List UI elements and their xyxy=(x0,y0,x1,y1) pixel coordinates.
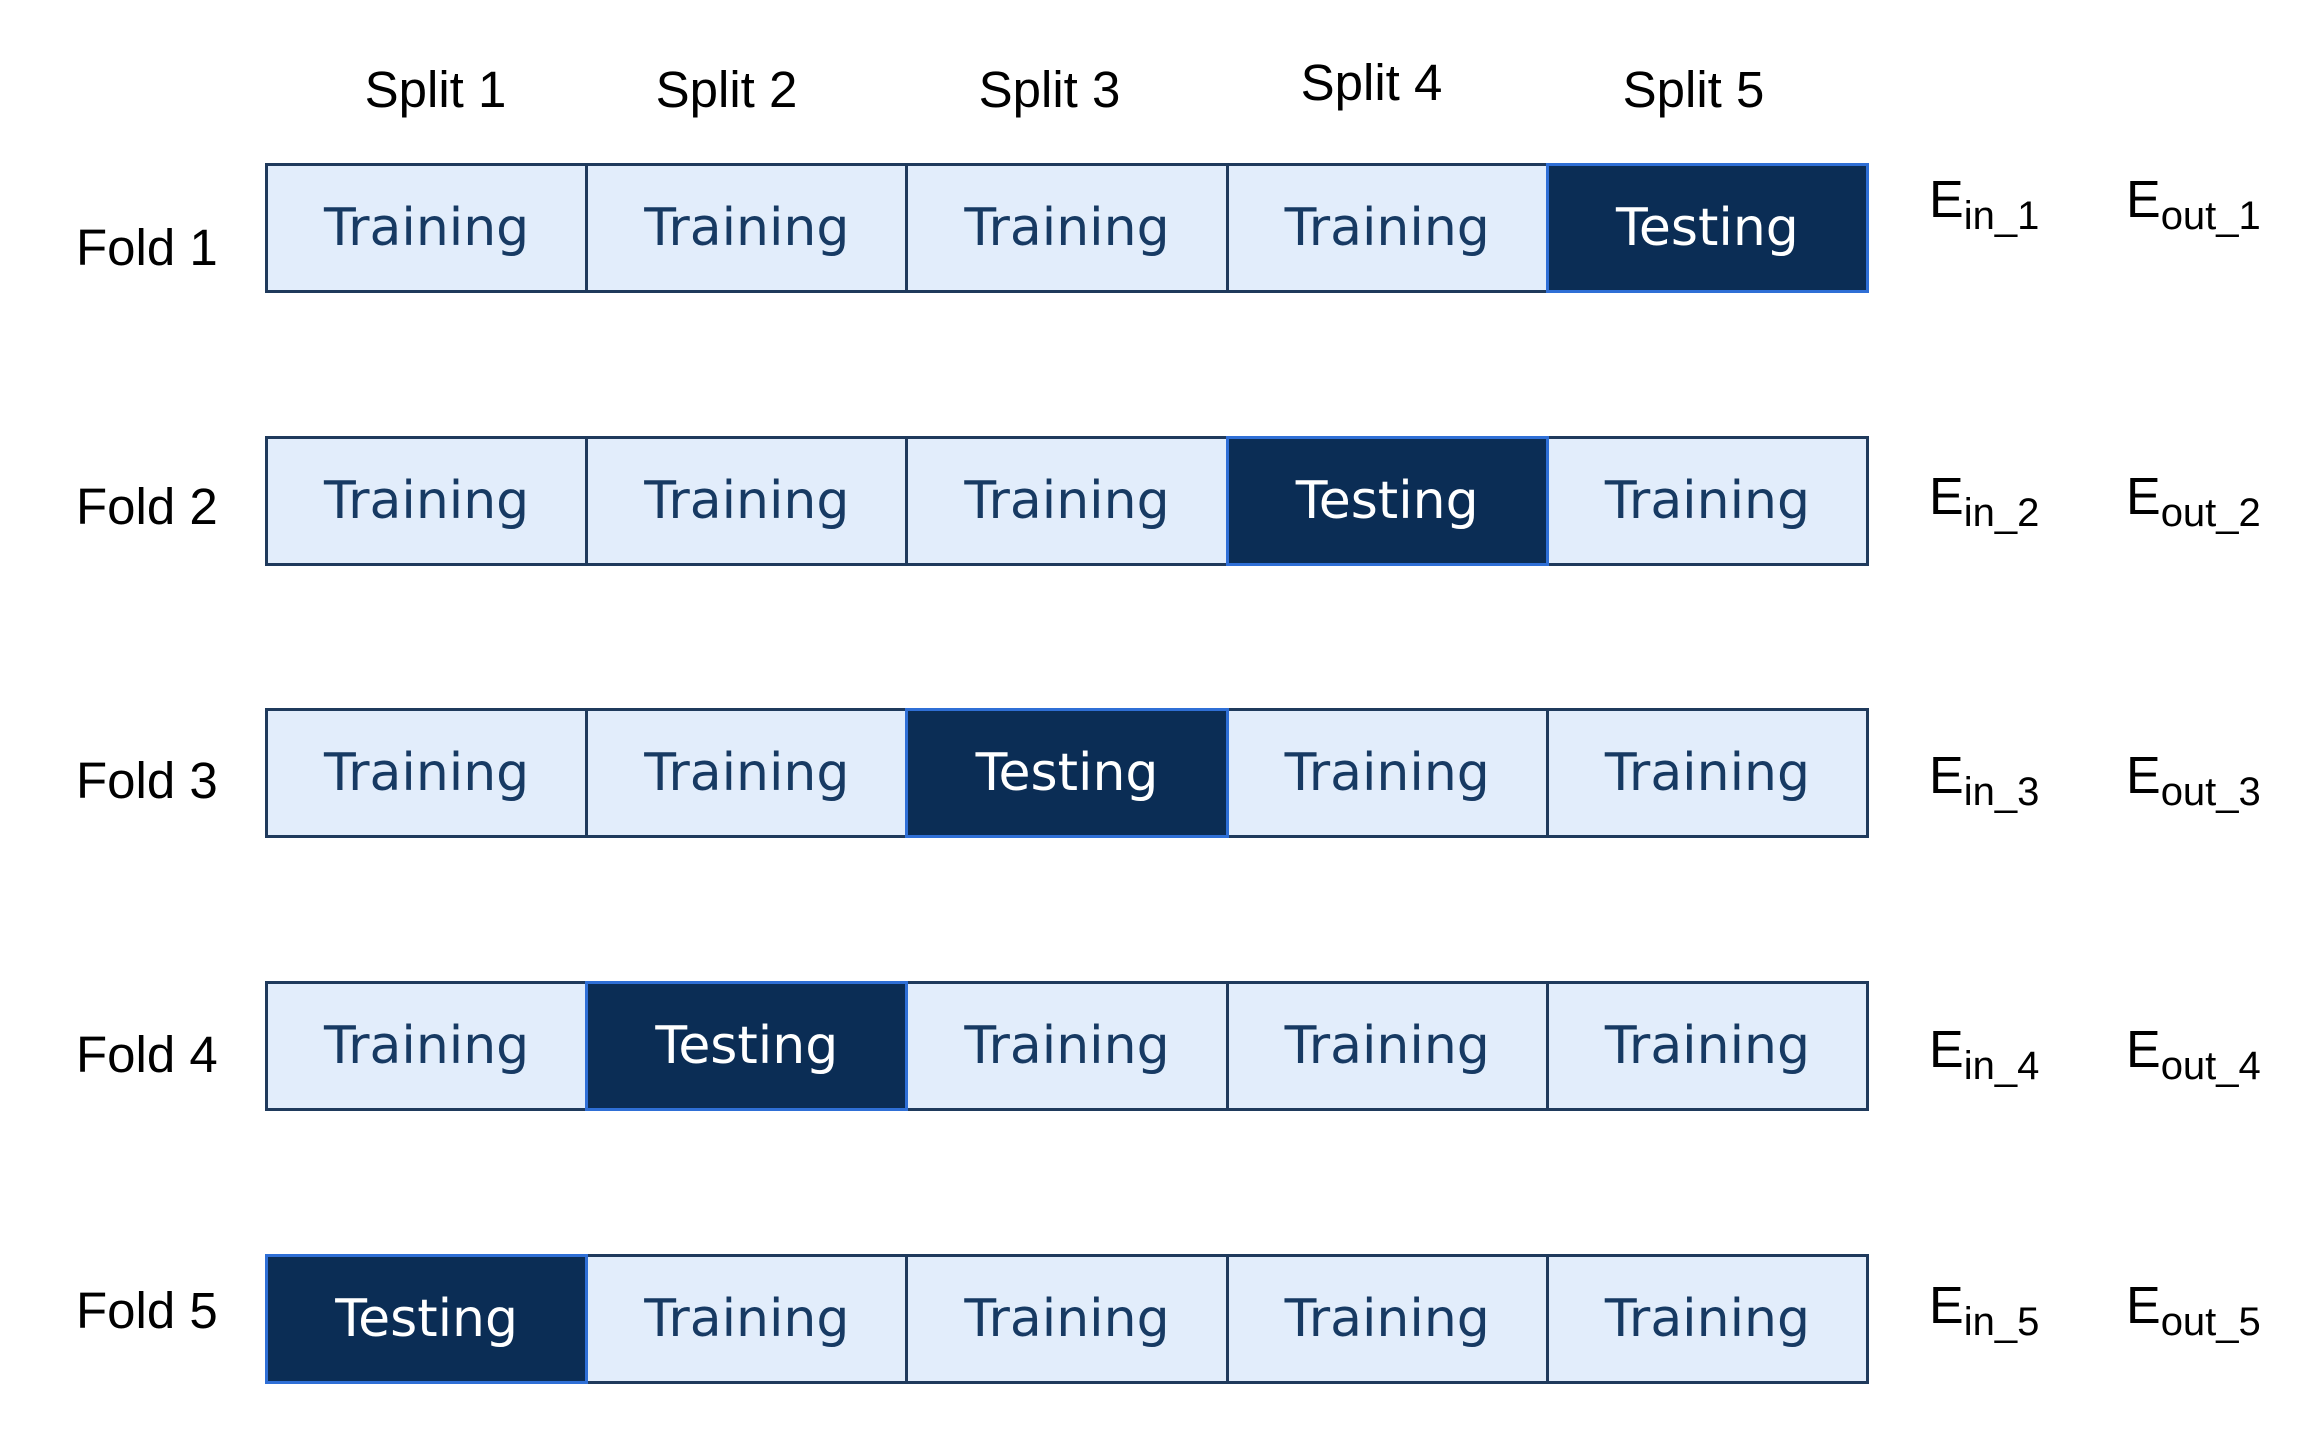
fold-1-split-3-cell: Training xyxy=(905,163,1229,293)
ein-4-label: Ein_4 xyxy=(1929,1021,2040,1088)
ein-1-label: Ein_1 xyxy=(1929,171,2040,238)
fold-bar-2: Training Training Training Testing Train… xyxy=(265,436,1870,566)
fold-3-split-4-cell: Training xyxy=(1225,708,1549,838)
fold-4-split-4-cell: Training xyxy=(1225,981,1549,1111)
ein-3-label: Ein_3 xyxy=(1929,747,2040,814)
fold-5-split-5-cell: Training xyxy=(1545,1254,1870,1384)
fold-2-split-5-cell: Training xyxy=(1545,436,1870,566)
fold-bar-4: Training Testing Training Training Train… xyxy=(265,981,1870,1111)
fold-3-split-5-cell: Training xyxy=(1545,708,1870,838)
fold-bar-5: Testing Training Training Training Train… xyxy=(265,1254,1870,1384)
fold-label-5: Fold 5 xyxy=(76,1282,218,1339)
split-header-5: Split 5 xyxy=(1622,61,1765,118)
fold-5-split-3-cell: Training xyxy=(905,1254,1229,1384)
eout-5-label: Eout_5 xyxy=(2126,1277,2261,1344)
fold-2-split-3-cell: Training xyxy=(905,436,1229,566)
fold-1-split-5-cell: Testing xyxy=(1545,163,1870,293)
fold-2-split-4-cell: Testing xyxy=(1225,436,1549,566)
fold-5-split-2-cell: Training xyxy=(585,1254,909,1384)
fold-3-split-1-cell: Training xyxy=(265,708,589,838)
split-header-2: Split 2 xyxy=(655,61,798,118)
fold-4-split-3-cell: Training xyxy=(905,981,1229,1111)
fold-1-split-2-cell: Training xyxy=(585,163,909,293)
fold-4-split-2-cell: Testing xyxy=(585,981,909,1111)
split-header-3: Split 3 xyxy=(978,61,1121,118)
fold-label-1: Fold 1 xyxy=(76,219,218,276)
eout-3-label: Eout_3 xyxy=(2126,747,2261,814)
fold-5-split-1-cell: Testing xyxy=(265,1254,589,1384)
fold-label-2: Fold 2 xyxy=(76,478,218,535)
ein-5-label: Ein_5 xyxy=(1929,1277,2040,1344)
fold-4-split-1-cell: Training xyxy=(265,981,589,1111)
fold-bar-3: Training Training Testing Training Train… xyxy=(265,708,1870,838)
split-header-4: Split 4 xyxy=(1300,54,1443,111)
fold-5-split-4-cell: Training xyxy=(1225,1254,1549,1384)
fold-3-split-2-cell: Training xyxy=(585,708,909,838)
eout-4-label: Eout_4 xyxy=(2126,1021,2261,1088)
ein-2-label: Ein_2 xyxy=(1929,468,2040,535)
fold-label-3: Fold 3 xyxy=(76,752,218,809)
fold-3-split-3-cell: Testing xyxy=(905,708,1229,838)
fold-4-split-5-cell: Training xyxy=(1545,981,1870,1111)
fold-label-4: Fold 4 xyxy=(76,1026,218,1083)
eout-2-label: Eout_2 xyxy=(2126,468,2261,535)
fold-bar-1: Training Training Training Training Test… xyxy=(265,163,1870,293)
fold-1-split-4-cell: Training xyxy=(1225,163,1549,293)
fold-1-split-1-cell: Training xyxy=(265,163,589,293)
fold-2-split-1-cell: Training xyxy=(265,436,589,566)
fold-2-split-2-cell: Training xyxy=(585,436,909,566)
eout-1-label: Eout_1 xyxy=(2126,171,2261,238)
split-header-1: Split 1 xyxy=(364,61,507,118)
